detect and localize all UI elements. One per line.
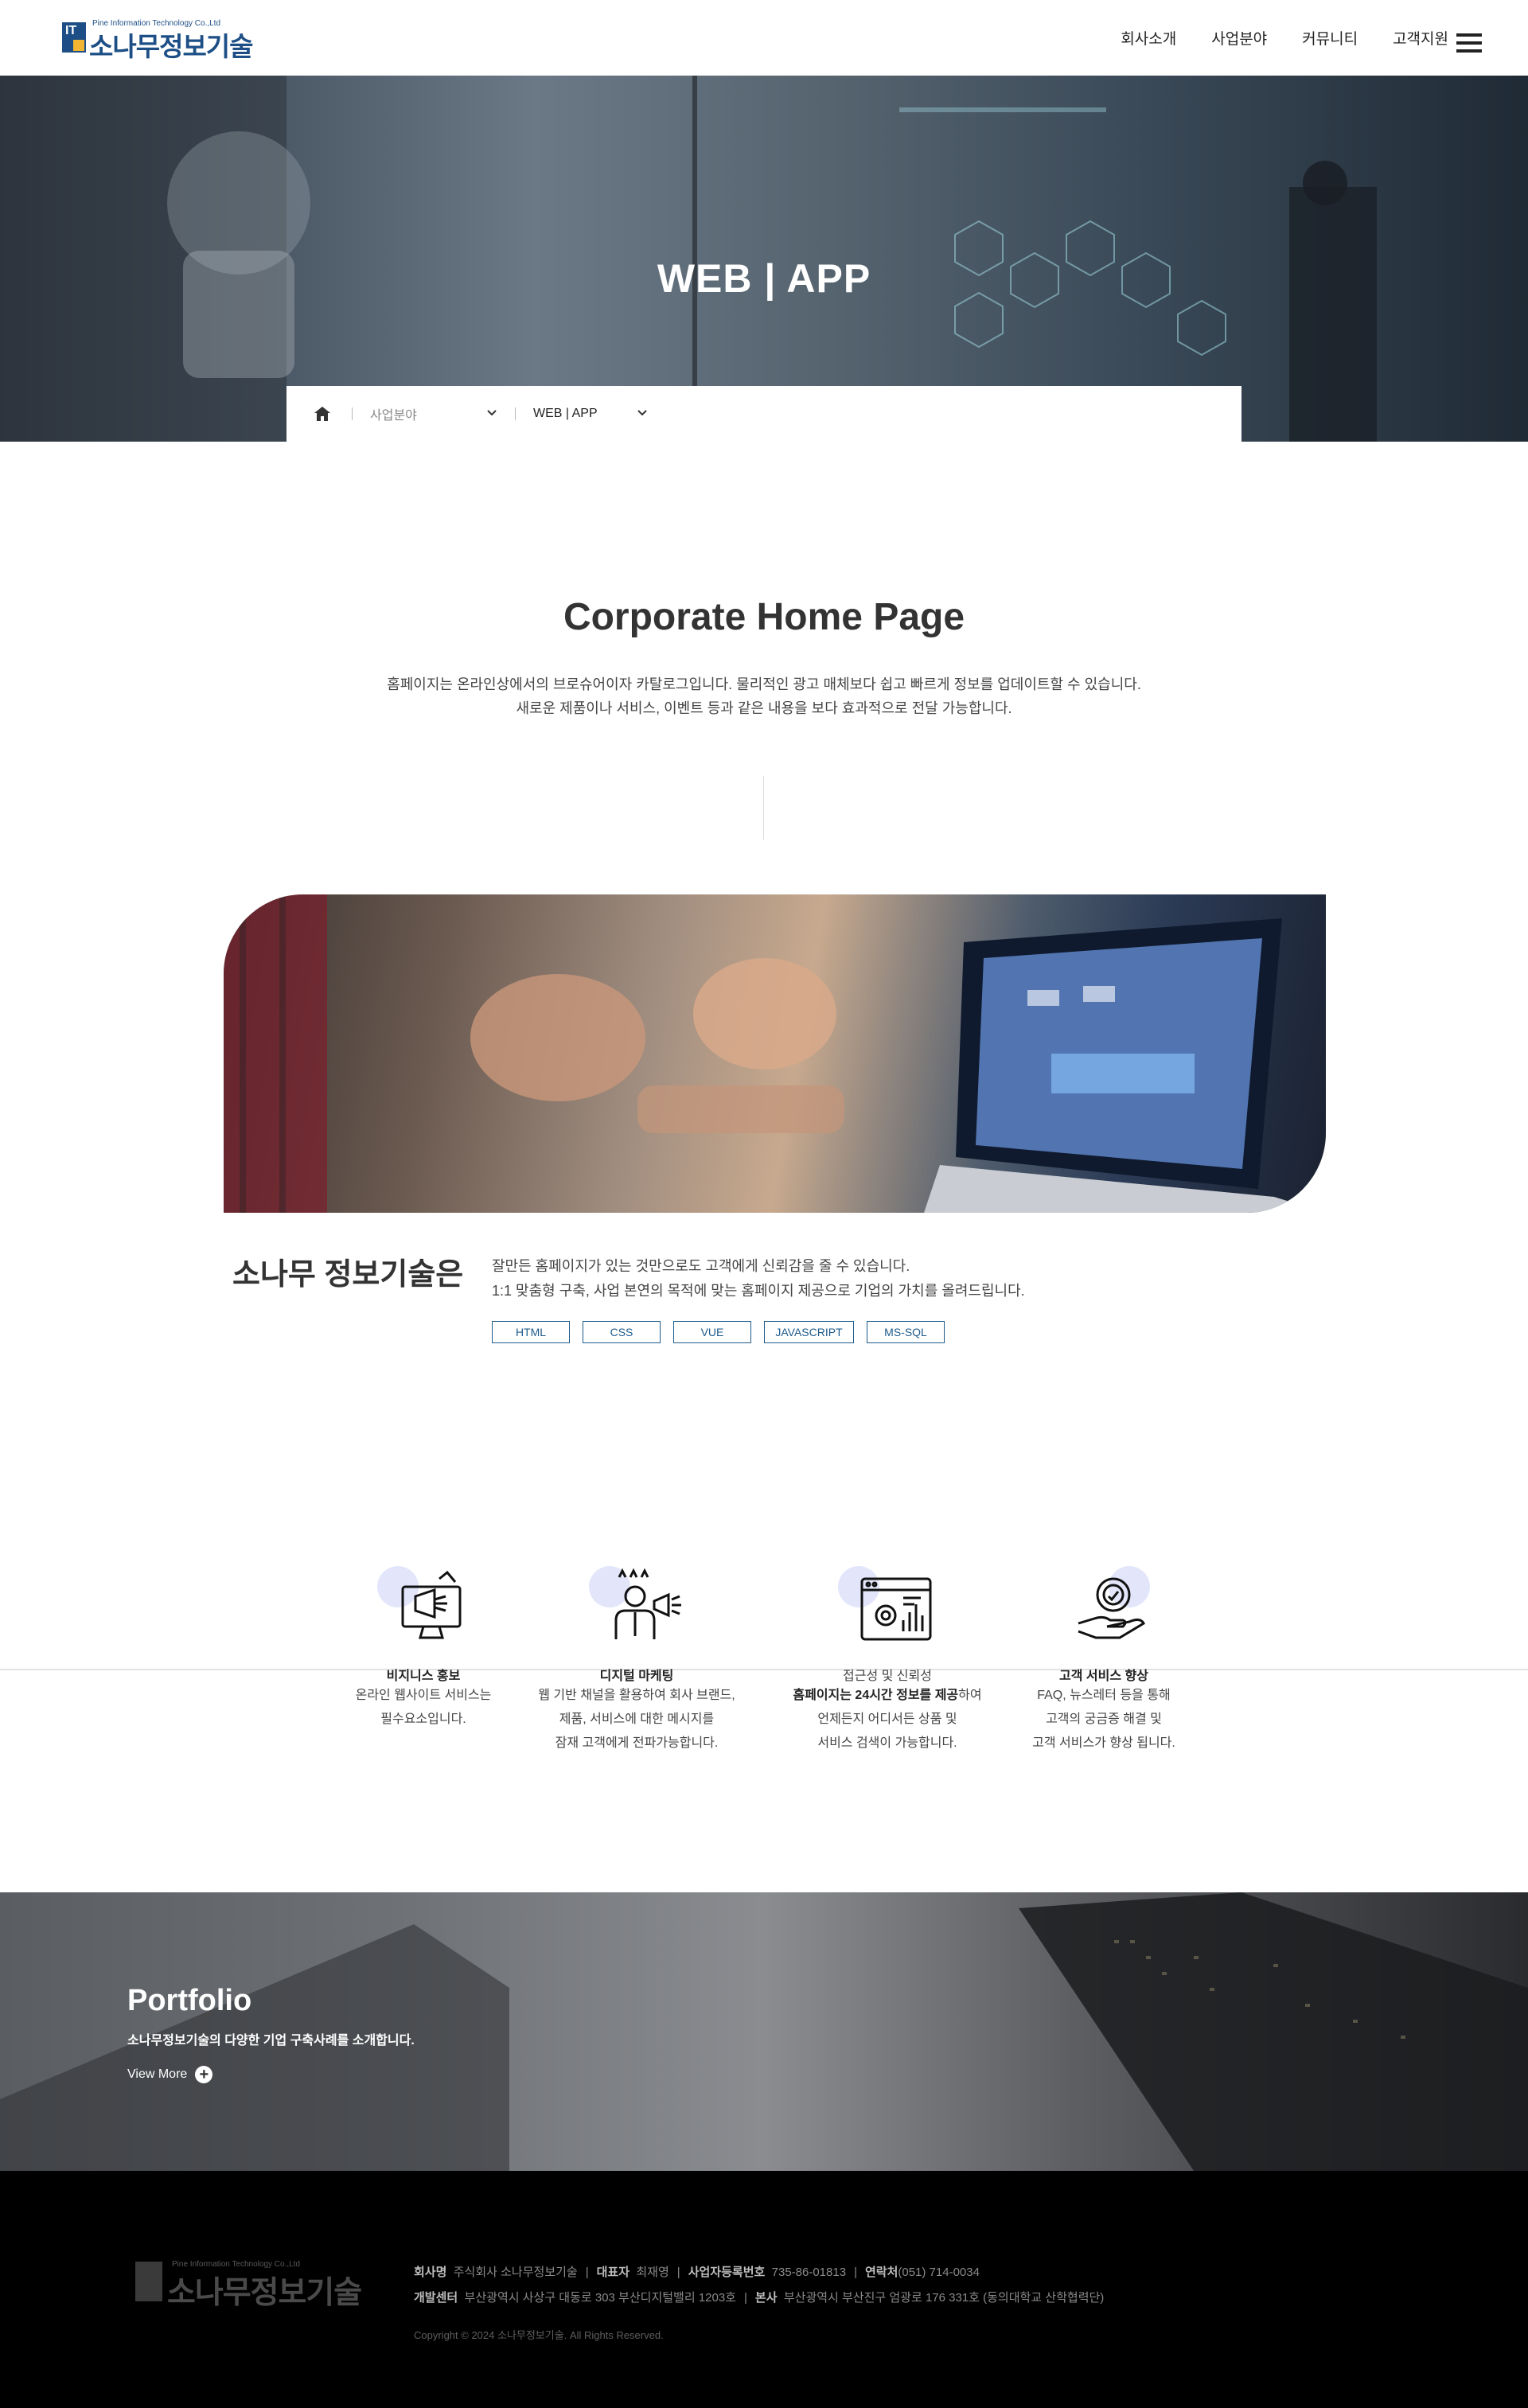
site-logo[interactable]: IT Pine Information Technology Co.,Ltd 소… bbox=[62, 18, 254, 61]
feature-line: 언제든지 어디서든 상품 및 bbox=[817, 1712, 957, 1726]
dev-center-address: 부산광역시 사상구 대동로 303 부산디지털밸리 1203호 bbox=[464, 2291, 736, 2305]
tag-javascript: JAVASCRIPT bbox=[764, 1321, 854, 1343]
about-title: 소나무 정보기술은 bbox=[232, 1258, 464, 1292]
ceo-label: 대표자 bbox=[596, 2266, 630, 2279]
feature-line: 홈페이지는 24시간 정보를 제공하여 bbox=[784, 1684, 991, 1708]
breadcrumb-page-label: WEB | APP bbox=[533, 407, 598, 420]
footer-logo-korean: 소나무정보기술 bbox=[167, 2276, 362, 2310]
tech-tags: HTML CSS VUE JAVASCRIPT MS-SQL bbox=[492, 1321, 945, 1343]
hand-badge-icon bbox=[1048, 1560, 1160, 1647]
feature-highlight: 홈페이지는 24시간 정보를 제공 bbox=[793, 1689, 959, 1702]
feature-line: 필수요소입니다. bbox=[380, 1712, 466, 1726]
tag-css: CSS bbox=[583, 1321, 661, 1343]
divider-line bbox=[763, 776, 764, 840]
bizno-label: 사업자등록번호 bbox=[688, 2266, 766, 2279]
meeting-photo bbox=[224, 894, 1326, 1213]
feature-description: FAQ, 뉴스레터 등을 통해 고객의 궁금증 해결 및 고객 서비스가 향상 … bbox=[1000, 1684, 1207, 1755]
description-line: 홈페이지는 온라인상에서의 브로슈어이자 카탈로그입니다. 물리적인 광고 매체… bbox=[387, 676, 1141, 692]
copyright: Copyright © 2024 소나무정보기술. All Rights Res… bbox=[414, 2329, 664, 2341]
footer-logo[interactable]: Pine Information Technology Co.,Ltd 소나무정… bbox=[135, 2258, 362, 2310]
breadcrumb-category-label: 사업분야 bbox=[370, 409, 417, 423]
section-title: Corporate Home Page bbox=[563, 596, 965, 638]
company-info: 회사명 주식회사 소나무정보기술 | 대표자 최재영 | 사업자등록번호 735-86-… bbox=[414, 2260, 1104, 2311]
feature-title: 비지니스 홍보 bbox=[386, 1670, 461, 1683]
feature-line: 온라인 웹사이트 서비스는 bbox=[355, 1689, 492, 1702]
hamburger-icon[interactable] bbox=[1456, 33, 1482, 53]
chevron-down-icon bbox=[637, 407, 648, 421]
plus-circle-icon: + bbox=[195, 2066, 213, 2083]
feature-title: 디지털 마케팅 bbox=[599, 1670, 674, 1683]
breadcrumb-select-page[interactable]: WEB | APP bbox=[533, 407, 648, 421]
site-header: IT Pine Information Technology Co.,Ltd 소… bbox=[0, 0, 1528, 76]
feature-line: 웹 기반 채널을 활용하여 회사 브랜드, bbox=[538, 1689, 735, 1702]
breadcrumb-select-category[interactable]: 사업분야 bbox=[370, 404, 497, 423]
photo-graphic bbox=[224, 894, 1326, 1213]
feature-customer-service: 고객 서비스 향상 FAQ, 뉴스레터 등을 통해 고객의 궁금증 해결 및 고… bbox=[1000, 1560, 1207, 1755]
feature-accessibility: 접근성 및 신뢰성 홈페이지는 24시간 정보를 제공하여 언제든지 어디서든 … bbox=[784, 1560, 991, 1755]
portfolio-subtitle: 소나무정보기술의 다양한 기업 구축사례를 소개합니다. bbox=[127, 2034, 415, 2048]
company-address-line: 개발센터 부산광역시 사상구 대동로 303 부산디지털밸리 1203호 | 본사 … bbox=[414, 2291, 1105, 2305]
nav-item-company[interactable]: 회사소개 bbox=[1121, 27, 1176, 49]
feature-line: 고객 서비스가 향상 됩니다. bbox=[1032, 1736, 1175, 1750]
portfolio-title: Portfolio bbox=[127, 1984, 252, 2017]
logo-mark: IT bbox=[62, 22, 86, 53]
about-line: 잘만든 홈페이지가 있는 것만으로도 고객에게 신뢰감을 줄 수 있습니다. bbox=[492, 1258, 910, 1274]
feature-description: 홈페이지는 24시간 정보를 제공하여 언제든지 어디서든 상품 및 서비스 검… bbox=[784, 1684, 991, 1755]
contact-label: 연락처 bbox=[864, 2266, 898, 2279]
nav-item-support[interactable]: 고객지원 bbox=[1393, 27, 1448, 49]
company-name: 주식회사 소나무정보기술 bbox=[453, 2266, 578, 2279]
view-more-button[interactable]: View More + bbox=[127, 2066, 213, 2083]
tag-vue: VUE bbox=[673, 1321, 751, 1343]
feature-line: 잠재 고객에게 전파가능합니다. bbox=[555, 1736, 719, 1750]
feature-title: 접근성 및 신뢰성 bbox=[843, 1670, 932, 1683]
site-footer: Pine Information Technology Co.,Ltd 소나무정… bbox=[0, 2171, 1528, 2408]
about-description: 잘만든 홈페이지가 있는 것만으로도 고객에게 신뢰감을 줄 수 있습니다. 1… bbox=[492, 1254, 1025, 1303]
browser-analytics-icon bbox=[832, 1560, 943, 1647]
nav-item-business[interactable]: 사업분야 bbox=[1211, 27, 1267, 49]
dev-center-label: 개발센터 bbox=[414, 2291, 458, 2305]
feature-title: 고객 서비스 향상 bbox=[1059, 1670, 1148, 1683]
home-icon[interactable] bbox=[310, 402, 334, 426]
feature-highlight-tail: 하여 bbox=[958, 1689, 982, 1702]
feature-line: FAQ, 뉴스레터 등을 통해 bbox=[1037, 1689, 1171, 1702]
feature-digital-marketing: 디지털 마케팅 웹 기반 채널을 활용하여 회사 브랜드, 제품, 서비스에 대… bbox=[533, 1560, 740, 1755]
ceo-name: 최재영 bbox=[636, 2266, 669, 2279]
feature-line: 서비스 검색이 가능합니다. bbox=[817, 1736, 957, 1750]
feature-line: 제품, 서비스에 대한 메시지를 bbox=[559, 1712, 715, 1726]
view-more-label: View More bbox=[127, 2067, 188, 2081]
features-divider bbox=[0, 1669, 1528, 1670]
description-line: 새로운 제품이나 서비스, 이벤트 등과 같은 내용을 보다 효과적으로 전달 … bbox=[516, 700, 1012, 716]
marketer-megaphone-icon bbox=[581, 1560, 692, 1647]
chevron-down-icon bbox=[486, 407, 497, 421]
feature-description: 웹 기반 채널을 활용하여 회사 브랜드, 제품, 서비스에 대한 메시지를 잠… bbox=[533, 1684, 740, 1755]
hq-label: 본사 bbox=[754, 2291, 778, 2305]
contact-value: (051) 714-0034 bbox=[898, 2266, 980, 2279]
tag-mssql: MS-SQL bbox=[867, 1321, 945, 1343]
company-label: 회사명 bbox=[414, 2266, 447, 2279]
portfolio-banner: Portfolio 소나무정보기술의 다양한 기업 구축사례를 소개합니다. V… bbox=[0, 1892, 1528, 2171]
company-info-line: 회사명 주식회사 소나무정보기술 | 대표자 최재영 | 사업자등록번호 735-86-… bbox=[414, 2266, 980, 2279]
bizno-value: 735-86-01813 bbox=[771, 2266, 847, 2279]
feature-line: 고객의 궁금증 해결 및 bbox=[1046, 1712, 1162, 1726]
monitor-megaphone-icon bbox=[368, 1560, 479, 1647]
feature-description: 온라인 웹사이트 서비스는 필수요소입니다. bbox=[320, 1684, 527, 1732]
section-description: 홈페이지는 온라인상에서의 브로슈어이자 카탈로그입니다. 물리적인 광고 매체… bbox=[0, 672, 1528, 720]
about-line: 1:1 맞춤형 구축, 사업 본연의 목적에 맞는 홈페이지 제공으로 기업의 … bbox=[492, 1283, 1025, 1299]
hero-title: WEB | APP bbox=[657, 256, 871, 301]
logo-mark-text: IT bbox=[65, 24, 77, 37]
hq-address: 부산광역시 부산진구 엄광로 176 331호 (동의대학교 산학협력단) bbox=[783, 2291, 1105, 2305]
breadcrumb: 사업분야 WEB | APP bbox=[286, 386, 1242, 442]
footer-logo-mark bbox=[135, 2262, 162, 2301]
nav-item-community[interactable]: 커뮤니티 bbox=[1302, 27, 1358, 49]
feature-business-promotion: 비지니스 홍보 온라인 웹사이트 서비스는 필수요소입니다. bbox=[320, 1560, 527, 1732]
logo-korean: 소나무정보기술 bbox=[89, 32, 254, 61]
tag-html: HTML bbox=[492, 1321, 570, 1343]
main-nav: 회사소개 사업분야 커뮤니티 고객지원 bbox=[1121, 0, 1448, 76]
